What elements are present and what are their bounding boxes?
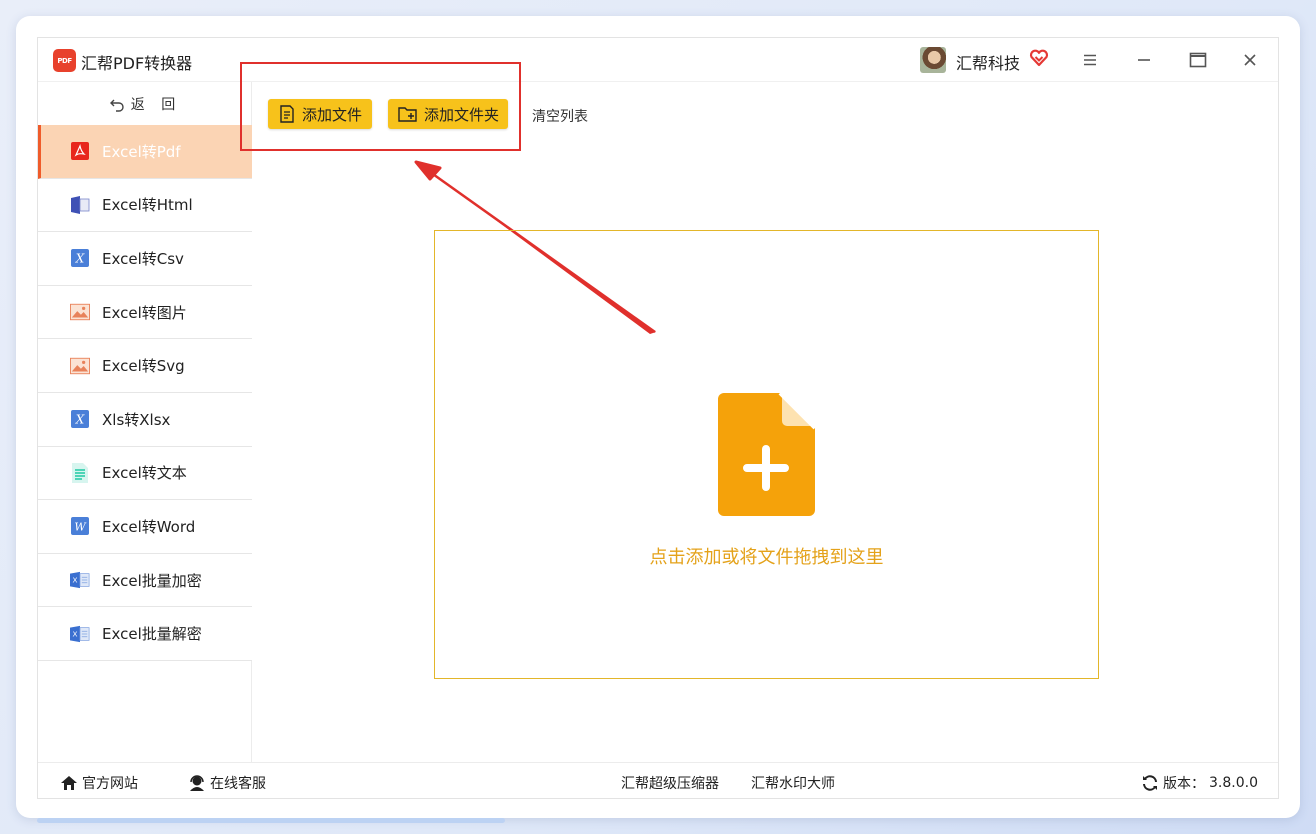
footer: 官方网站 在线客服 汇帮超级压缩器 汇帮水印大师 版本： 3.8.0.0 — [38, 762, 1278, 800]
sidebar-item-excel-to-csv[interactable]: X Excel转Csv — [38, 232, 252, 286]
add-file-button[interactable]: 添加文件 — [268, 99, 372, 129]
sidebar-item-label: Excel批量加密 — [102, 571, 202, 590]
svg-text:W: W — [74, 521, 87, 534]
maximize-icon[interactable] — [1186, 48, 1210, 72]
home-icon — [61, 776, 77, 790]
svg-image-icon — [70, 356, 90, 376]
app-title: 汇帮PDF转换器 — [81, 54, 193, 73]
csv-icon: X — [70, 248, 90, 268]
sidebar-item-label: Excel转Pdf — [102, 142, 181, 161]
sidebar-item-label: Excel转Svg — [102, 357, 185, 376]
sidebar-item-excel-to-html[interactable]: Excel转Html — [38, 178, 252, 233]
sidebar-item-label: Excel转Csv — [102, 249, 184, 268]
compressor-link[interactable]: 汇帮超级压缩器 — [621, 773, 719, 793]
vip-heart-icon[interactable] — [1029, 48, 1049, 68]
user-avatar[interactable] — [920, 47, 946, 73]
sidebar-item-label: Xls转Xlsx — [102, 410, 171, 429]
official-site-label: 官方网站 — [82, 776, 138, 792]
back-arrow-icon — [109, 99, 124, 112]
version-info[interactable]: 版本： 3.8.0.0 — [1141, 773, 1258, 793]
refresh-icon — [1143, 775, 1157, 791]
customer-service-icon — [190, 775, 204, 791]
file-drop-zone[interactable]: 点击添加或将文件拖拽到这里 — [434, 230, 1099, 679]
app-logo-icon: PDF — [53, 49, 76, 72]
clear-list-button[interactable]: 清空列表 — [532, 106, 588, 126]
official-site-link[interactable]: 官方网站 — [60, 773, 138, 793]
xlsx-icon: X — [70, 409, 90, 429]
sidebar-item-excel-to-svg[interactable]: Excel转Svg — [38, 339, 252, 393]
add-folder-icon — [398, 107, 417, 122]
title-bar: PDF 汇帮PDF转换器 汇帮科技 — [38, 38, 1278, 82]
app-window: PDF 汇帮PDF转换器 汇帮科技 返 回 Excel转Pdf Excel转Ht… — [37, 37, 1279, 799]
version-label: 版本： — [1163, 776, 1205, 792]
version-number: 3.8.0.0 — [1209, 775, 1258, 791]
sidebar-item-label: Excel转Html — [102, 196, 193, 215]
sidebar: 返 回 Excel转Pdf Excel转Html X Excel转Csv Exc… — [38, 82, 252, 762]
sidebar-item-excel-to-image[interactable]: Excel转图片 — [38, 285, 252, 340]
excel-encrypt-icon: X — [70, 570, 90, 590]
sidebar-item-xls-to-xlsx[interactable]: X Xls转Xlsx — [38, 392, 252, 447]
horizontal-scrollbar[interactable] — [37, 818, 505, 823]
sidebar-item-label: Excel转图片 — [102, 303, 187, 322]
sidebar-item-excel-to-text[interactable]: Excel转文本 — [38, 446, 252, 501]
word-icon: W — [70, 516, 90, 536]
html-icon — [70, 195, 90, 215]
add-file-label: 添加文件 — [302, 105, 363, 124]
sidebar-item-excel-to-pdf[interactable]: Excel转Pdf — [38, 125, 252, 179]
svg-text:X: X — [73, 629, 78, 638]
excel-decrypt-icon: X — [70, 624, 90, 644]
watermark-link[interactable]: 汇帮水印大师 — [751, 773, 835, 793]
sidebar-menu: Excel转Pdf Excel转Html X Excel转Csv Excel转图… — [38, 125, 252, 661]
svg-text:X: X — [75, 252, 85, 266]
minimize-icon[interactable] — [1132, 48, 1156, 72]
online-service-label: 在线客服 — [210, 776, 266, 792]
sidebar-item-label: Excel转文本 — [102, 464, 187, 483]
add-folder-button[interactable]: 添加文件夹 — [388, 99, 508, 129]
back-label: 返 回 — [130, 96, 182, 113]
sidebar-item-label: Excel批量解密 — [102, 625, 202, 644]
brand-name: 汇帮科技 — [956, 54, 1021, 73]
text-icon — [70, 462, 90, 483]
sidebar-item-excel-batch-encrypt[interactable]: X Excel批量加密 — [38, 553, 252, 608]
image-icon — [70, 302, 90, 322]
close-icon[interactable] — [1238, 48, 1262, 72]
sidebar-item-excel-batch-decrypt[interactable]: X Excel批量解密 — [38, 607, 252, 661]
sidebar-item-label: Excel转Word — [102, 517, 196, 536]
back-button[interactable]: 返 回 — [38, 82, 252, 125]
svg-text:X: X — [73, 576, 78, 585]
add-document-icon — [718, 393, 815, 516]
menu-icon[interactable] — [1078, 48, 1102, 72]
svg-text:X: X — [75, 413, 85, 427]
online-service-link[interactable]: 在线客服 — [188, 773, 266, 793]
add-file-icon — [280, 105, 294, 123]
sidebar-item-excel-to-word[interactable]: W Excel转Word — [38, 500, 252, 554]
drop-zone-text: 点击添加或将文件拖拽到这里 — [649, 547, 884, 568]
pdf-icon — [70, 141, 90, 161]
add-folder-label: 添加文件夹 — [424, 105, 500, 124]
